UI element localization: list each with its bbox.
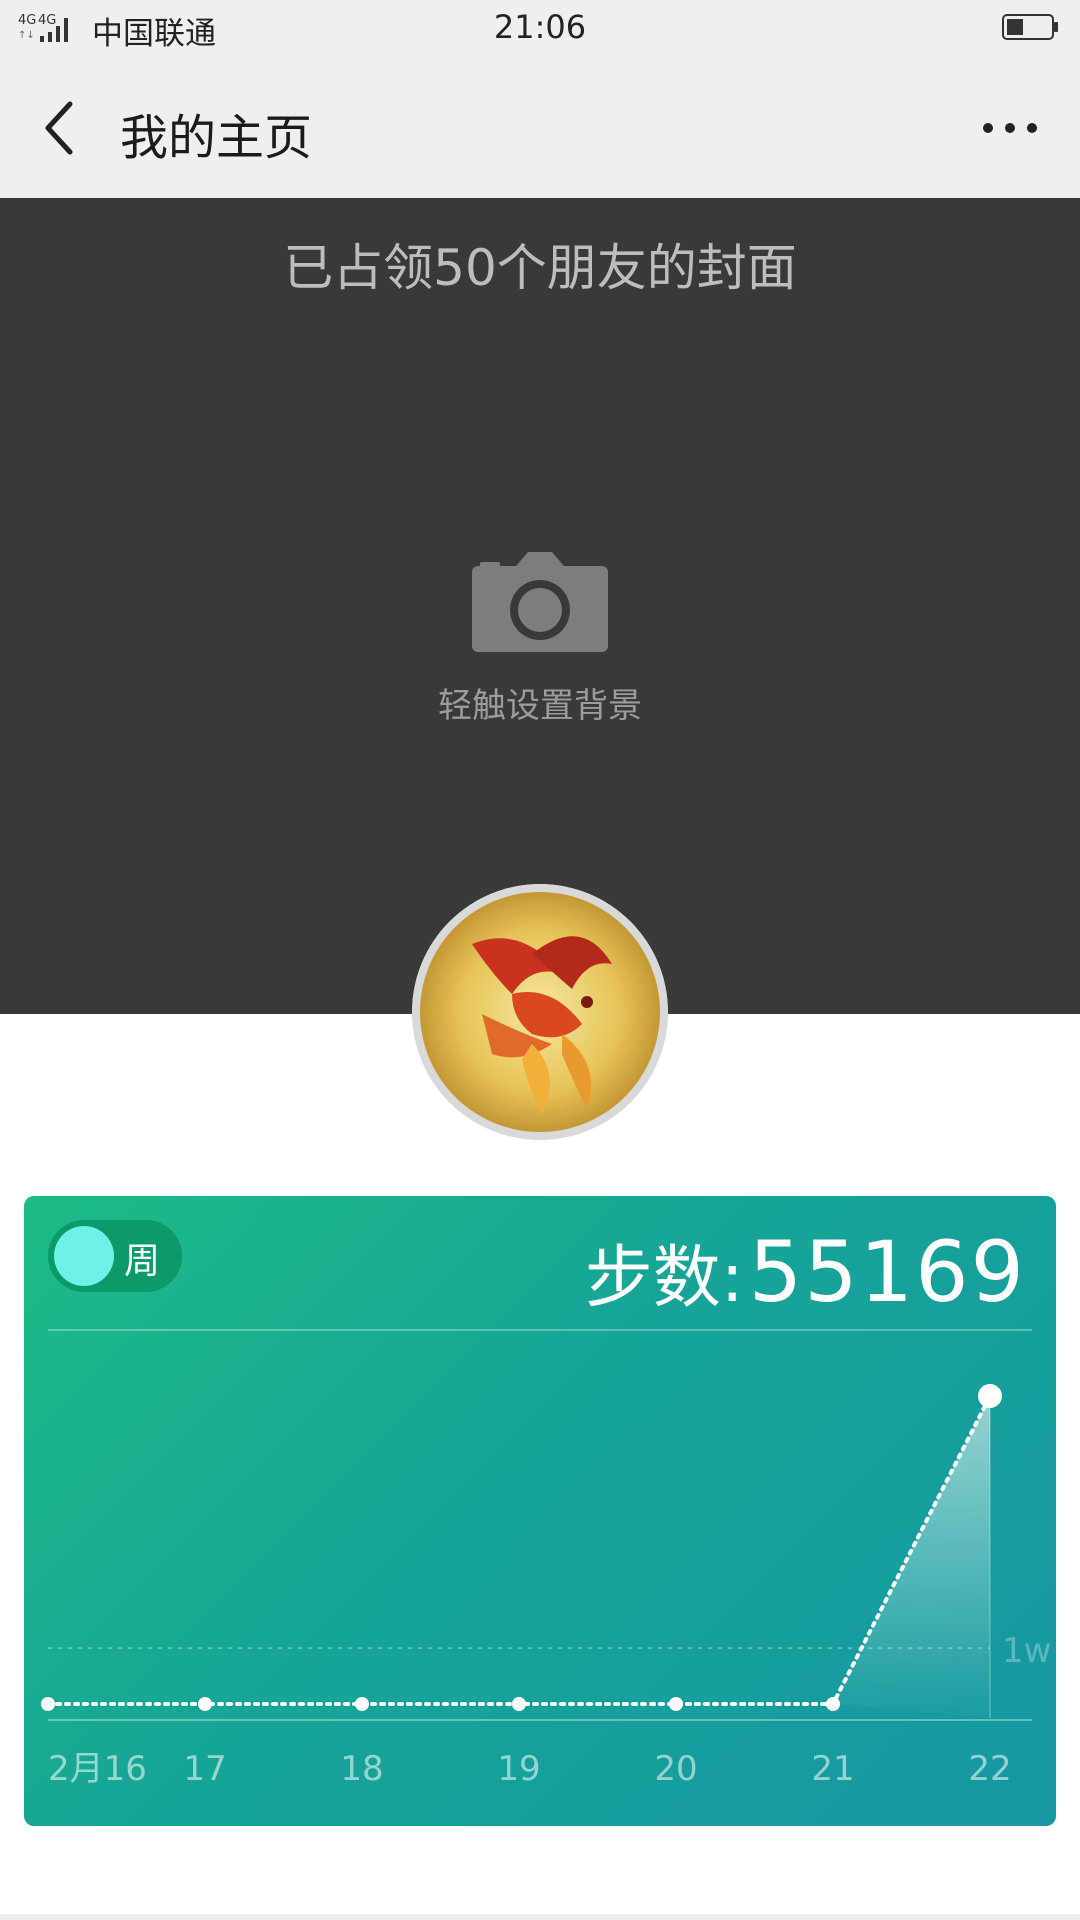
back-button[interactable] (30, 94, 90, 162)
page-title: 我的主页 (120, 110, 313, 166)
back-arrow-icon (45, 101, 73, 155)
data-point-21 (826, 1697, 840, 1711)
x-tick-label-20: 20 (654, 1749, 697, 1789)
status-time: 21:06 (493, 8, 587, 46)
toggle-knob[interactable] (54, 1226, 114, 1286)
avatar[interactable] (412, 884, 668, 1140)
data-point-20 (669, 1697, 683, 1711)
reference-line-label: 1w (1002, 1631, 1051, 1671)
steps-label: 步数: (584, 1239, 744, 1318)
data-point-22 (978, 1384, 1002, 1408)
x-tick-label-17: 17 (183, 1749, 226, 1789)
phoenix-avatar-image (412, 884, 668, 1140)
period-toggle[interactable]: 周 (48, 1220, 182, 1292)
data-point-18 (355, 1697, 369, 1711)
x-tick-label-18: 18 (340, 1749, 383, 1789)
cover-headline: 已占领50个朋友的封面 (283, 239, 797, 297)
nav-bar: 我的主页 (0, 58, 1080, 198)
period-label: 周 (124, 1241, 161, 1282)
x-tick-label-2月16: 2月16 (48, 1749, 147, 1789)
more-button[interactable] (970, 98, 1050, 158)
steps-summary: 步数: 55169 (585, 1222, 1026, 1321)
more-dots-icon (983, 123, 1037, 133)
data-point-19 (512, 1697, 526, 1711)
cover-hint[interactable]: 轻触设置背景 (0, 678, 1080, 727)
series-line (46, 1394, 992, 1706)
bottom-divider (0, 1914, 1080, 1920)
data-point-17 (198, 1697, 212, 1711)
series-area (833, 1396, 990, 1718)
battery-icon (1002, 14, 1058, 40)
camera-icon[interactable] (472, 552, 608, 652)
x-tick-label-21: 21 (811, 1749, 854, 1789)
steps-value: 55169 (748, 1223, 1026, 1321)
x-tick-label-22: 22 (968, 1749, 1011, 1789)
x-tick-label-19: 19 (497, 1749, 540, 1789)
data-point-2月16 (41, 1697, 55, 1711)
step-card[interactable]: 1w 2月16 17 18 19 20 21 22 周 步数: 55169 (24, 1196, 1056, 1826)
status-bar: 4G 4G ↑↓ 中国联通 21:06 (0, 0, 1080, 58)
